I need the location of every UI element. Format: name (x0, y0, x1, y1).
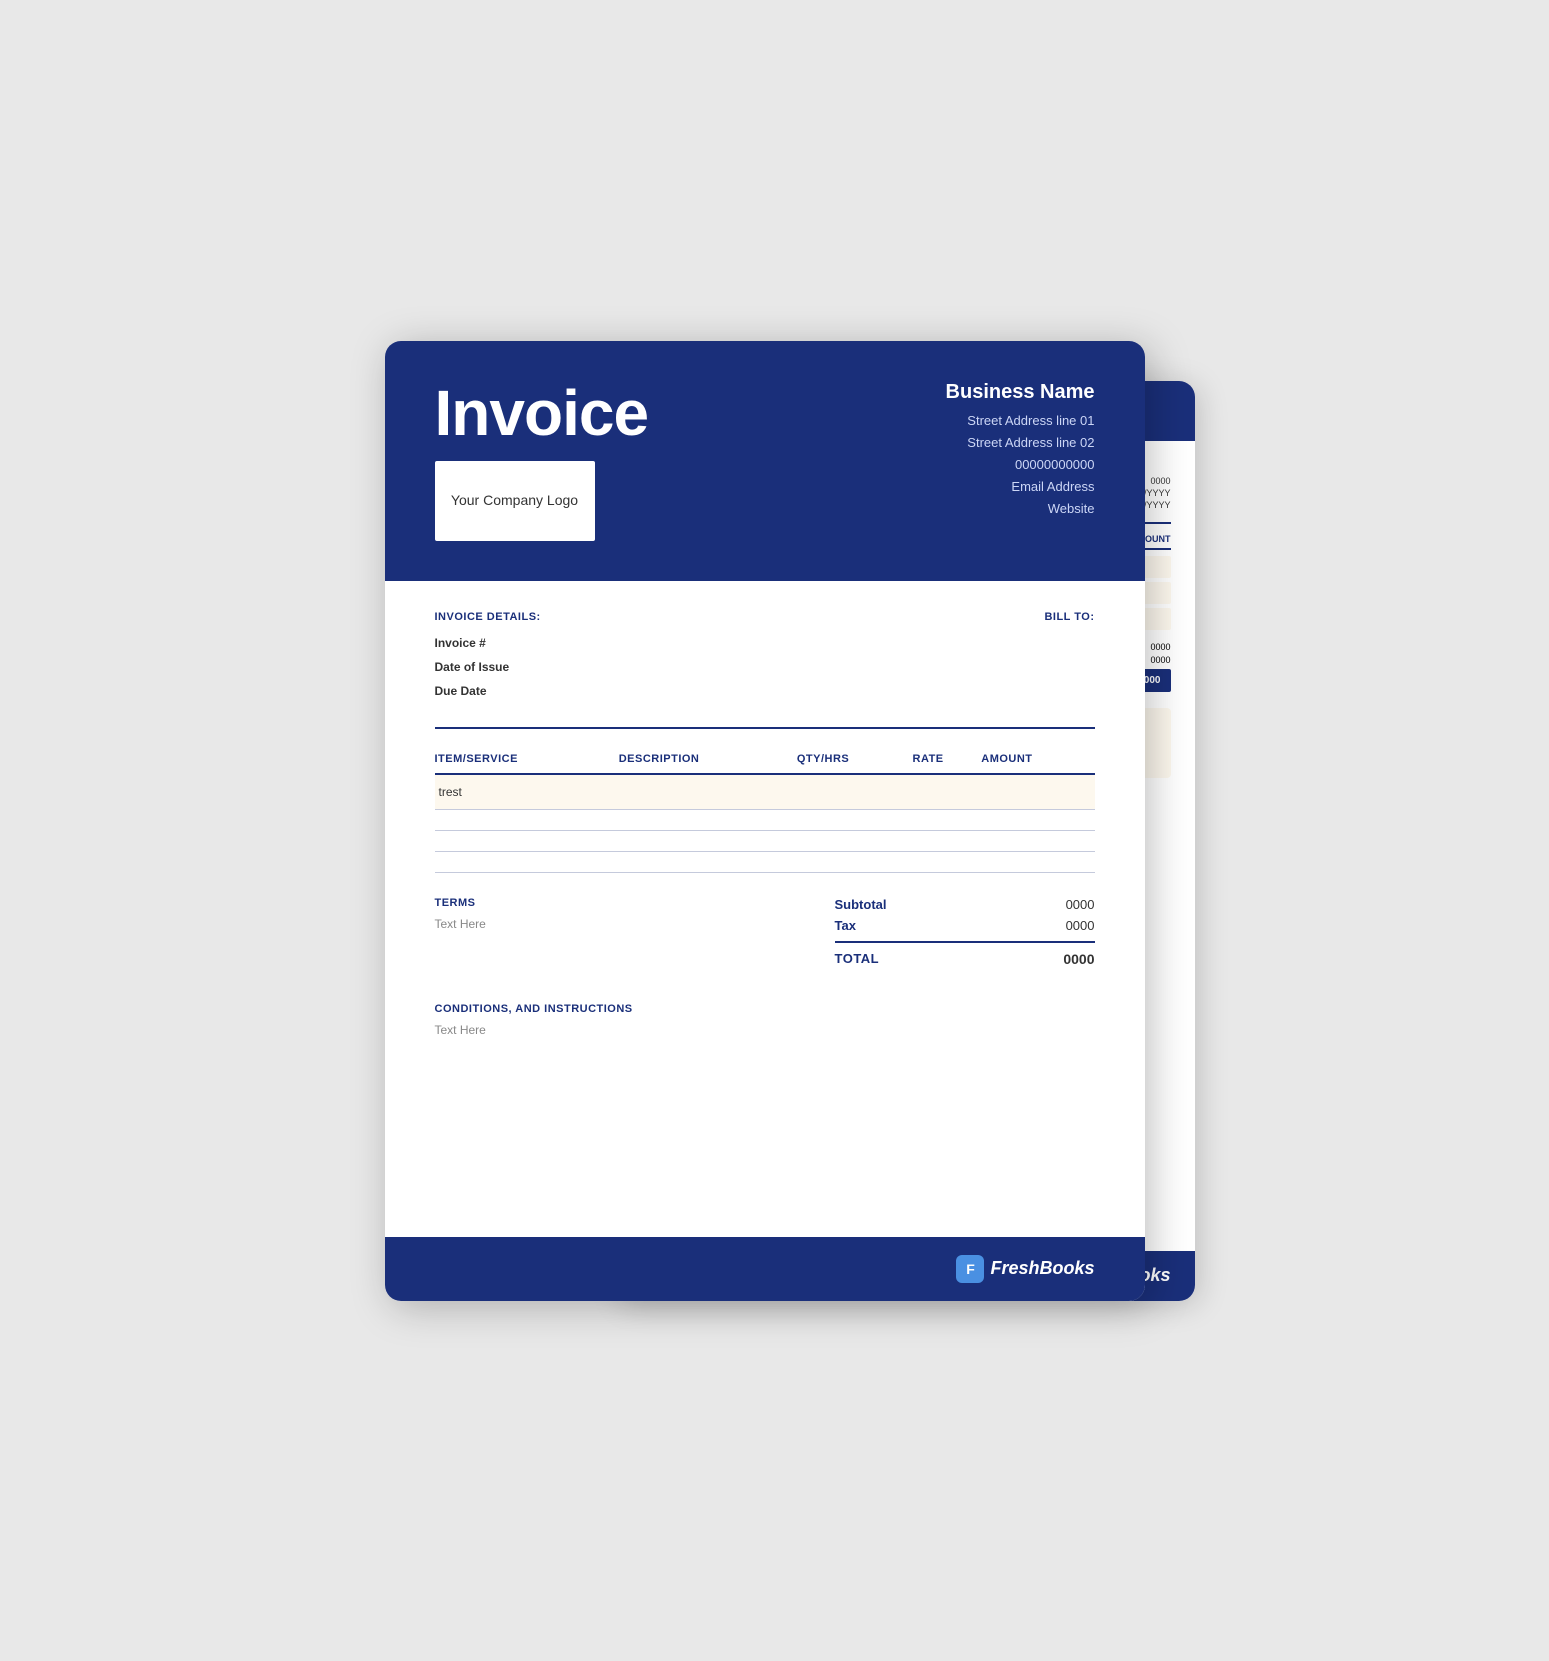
back-tax-value: 0000 (1150, 655, 1170, 665)
conditions-title: CONDITIONS, AND INSTRUCTIONS (435, 1003, 1095, 1015)
header-left: Invoice Your Company Logo (435, 381, 649, 541)
row1-rate (913, 774, 982, 810)
table-row (435, 809, 1095, 830)
row4-amount (981, 851, 1094, 872)
logo-text: Your Company Logo (451, 491, 578, 509)
row3-item (435, 830, 619, 851)
table-row (435, 851, 1095, 872)
row4-item (435, 851, 619, 872)
invoice-front-card: Invoice Your Company Logo Business Name … (385, 341, 1145, 1301)
col-rate: RATE (913, 753, 982, 774)
subtotal-row: Subtotal 0000 (835, 897, 1095, 912)
terms-title: TERMS (435, 897, 835, 909)
table-header-row: ITEM/SERVICE DESCRIPTION QTY/HRS RATE AM… (435, 753, 1095, 774)
subtotal-label: Subtotal (835, 897, 887, 912)
invoice-body: INVOICE DETAILS: Invoice # Date of Issue… (385, 581, 1145, 1067)
row2-desc (619, 809, 797, 830)
freshbooks-text: FreshBooks (990, 1258, 1094, 1279)
date-of-issue-label: Date of Issue (435, 655, 541, 679)
freshbooks-logo: F FreshBooks (956, 1255, 1094, 1283)
terms-text: Text Here (435, 917, 835, 931)
total-value: 0000 (1063, 951, 1094, 967)
back-invoice-value: 0000 (1150, 476, 1170, 486)
table-row: trest (435, 774, 1095, 810)
header-right: Business Name Street Address line 01 Str… (946, 381, 1095, 520)
row3-amount (981, 830, 1094, 851)
row4-desc (619, 851, 797, 872)
business-website: Website (946, 498, 1095, 520)
totals-section: Subtotal 0000 Tax 0000 TOTAL 0000 (835, 897, 1095, 967)
row1-desc (619, 774, 797, 810)
row2-item (435, 809, 619, 830)
business-email: Email Address (946, 476, 1095, 498)
details-right: BILL TO: (1044, 611, 1094, 703)
total-row: TOTAL 0000 (835, 951, 1095, 967)
terms-section: TERMS Text Here (435, 897, 835, 931)
details-section: INVOICE DETAILS: Invoice # Date of Issue… (435, 611, 1095, 703)
tax-value: 0000 (1066, 918, 1095, 933)
row3-qty (797, 830, 913, 851)
fb-letter: F (966, 1261, 975, 1277)
invoice-scene: INVOICE DETAILS: Invoice # 0000 Date of … (385, 341, 1165, 1321)
total-label: TOTAL (835, 951, 880, 967)
col-qty: QTY/HRS (797, 753, 913, 774)
back-subtotal-value: 0000 (1150, 642, 1170, 652)
col-item: ITEM/SERVICE (435, 753, 619, 774)
col-amount: AMOUNT (981, 753, 1094, 774)
row4-qty (797, 851, 913, 872)
bill-to-title: BILL TO: (1044, 611, 1094, 623)
conditions-text: Text Here (435, 1023, 1095, 1037)
table-row (435, 830, 1095, 851)
invoice-details-title: INVOICE DETAILS: (435, 611, 541, 623)
row1-item: trest (435, 774, 619, 810)
subtotal-value: 0000 (1066, 897, 1095, 912)
invoice-number-label: Invoice # (435, 631, 541, 655)
divider-line (435, 727, 1095, 729)
totals-divider (835, 941, 1095, 943)
tax-label: Tax (835, 918, 856, 933)
row1-amount (981, 774, 1094, 810)
details-left: INVOICE DETAILS: Invoice # Date of Issue… (435, 611, 541, 703)
invoice-footer: F FreshBooks (385, 1237, 1145, 1301)
logo-placeholder: Your Company Logo (435, 461, 595, 541)
row1-qty (797, 774, 913, 810)
due-date-label: Due Date (435, 679, 541, 703)
address-line1: Street Address line 01 (946, 410, 1095, 432)
address-line2: Street Address line 02 (946, 432, 1095, 454)
invoice-header: Invoice Your Company Logo Business Name … (385, 341, 1145, 581)
invoice-title: Invoice (435, 381, 649, 445)
invoice-table: ITEM/SERVICE DESCRIPTION QTY/HRS RATE AM… (435, 753, 1095, 873)
row2-amount (981, 809, 1094, 830)
row4-rate (913, 851, 982, 872)
col-description: DESCRIPTION (619, 753, 797, 774)
row2-qty (797, 809, 913, 830)
row3-rate (913, 830, 982, 851)
business-phone: 00000000000 (946, 454, 1095, 476)
tax-row: Tax 0000 (835, 918, 1095, 933)
conditions-section: CONDITIONS, AND INSTRUCTIONS Text Here (435, 1003, 1095, 1037)
table-header: ITEM/SERVICE DESCRIPTION QTY/HRS RATE AM… (435, 753, 1095, 774)
row2-rate (913, 809, 982, 830)
fb-icon: F (956, 1255, 984, 1283)
table-body: trest (435, 774, 1095, 873)
row3-desc (619, 830, 797, 851)
business-name: Business Name (946, 381, 1095, 404)
bottom-section: TERMS Text Here Subtotal 0000 Tax 0000 T… (435, 897, 1095, 967)
